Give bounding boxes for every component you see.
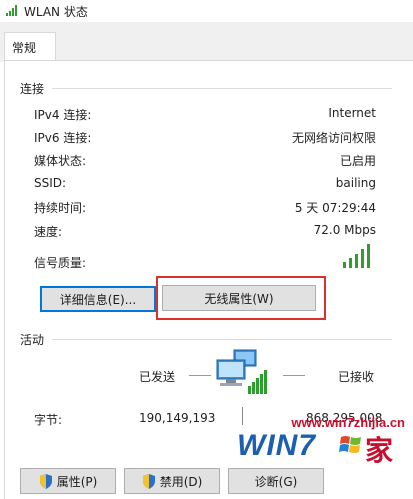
uac-shield-icon — [142, 473, 155, 489]
bytes-sent-value: 190,149,193 — [139, 411, 216, 425]
received-line — [283, 375, 305, 376]
title-bar: WLAN 状态 — [0, 0, 413, 22]
duration-value: 5 天 07:29:44 — [294, 201, 376, 215]
activity-section-label: 活动 — [20, 333, 45, 347]
ipv6-label: IPv6 连接: — [34, 131, 92, 145]
connection-section-label: 连接 — [20, 82, 45, 96]
watermark-url: www.win7zhijia.cn — [291, 415, 405, 430]
tab-general[interactable]: 常规 — [4, 32, 56, 63]
highlight-box — [156, 276, 326, 320]
bytes-label: 字节: — [34, 413, 63, 427]
tab-strip: 常规 — [0, 22, 413, 63]
diagnose-button[interactable]: 诊断(G) — [228, 468, 324, 494]
watermark-suffix: 家 — [365, 434, 394, 467]
speed-value: 72.0 Mbps — [313, 223, 376, 237]
ssid-value: bailing — [335, 176, 376, 190]
details-button[interactable]: 详细信息(E)... — [40, 286, 156, 312]
signal-quality-label: 信号质量: — [34, 256, 87, 270]
disable-button[interactable]: 禁用(D) — [124, 468, 220, 494]
disable-button-label: 禁用(D) — [159, 474, 203, 489]
media-state-label: 媒体状态: — [34, 154, 87, 168]
wifi-signal-icon — [6, 5, 17, 16]
ssid-label: SSID: — [34, 176, 67, 190]
ipv6-value: 无网络访问权限 — [291, 131, 376, 145]
received-label: 已接收 — [338, 370, 375, 384]
watermark: www.win7zhijia.cn WIN7 家 — [215, 415, 405, 467]
properties-button[interactable]: 属性(P) — [20, 468, 116, 494]
network-computer-icon — [216, 349, 267, 394]
properties-button-label: 属性(P) — [56, 474, 98, 489]
activity-divider — [52, 339, 392, 340]
watermark-logo: WIN7 — [237, 429, 316, 462]
speed-label: 速度: — [34, 225, 63, 239]
sent-line — [189, 375, 211, 376]
uac-shield-icon — [39, 473, 52, 489]
windows-flag-icon — [339, 436, 361, 453]
ipv4-value: Internet — [328, 106, 376, 120]
duration-label: 持续时间: — [34, 201, 87, 215]
connection-divider — [52, 88, 392, 89]
window-title: WLAN 状态 — [24, 5, 88, 19]
ipv4-label: IPv4 连接: — [34, 108, 92, 122]
media-state-value: 已启用 — [339, 154, 376, 168]
sent-label: 已发送 — [139, 370, 176, 384]
signal-quality-icon — [343, 244, 373, 268]
